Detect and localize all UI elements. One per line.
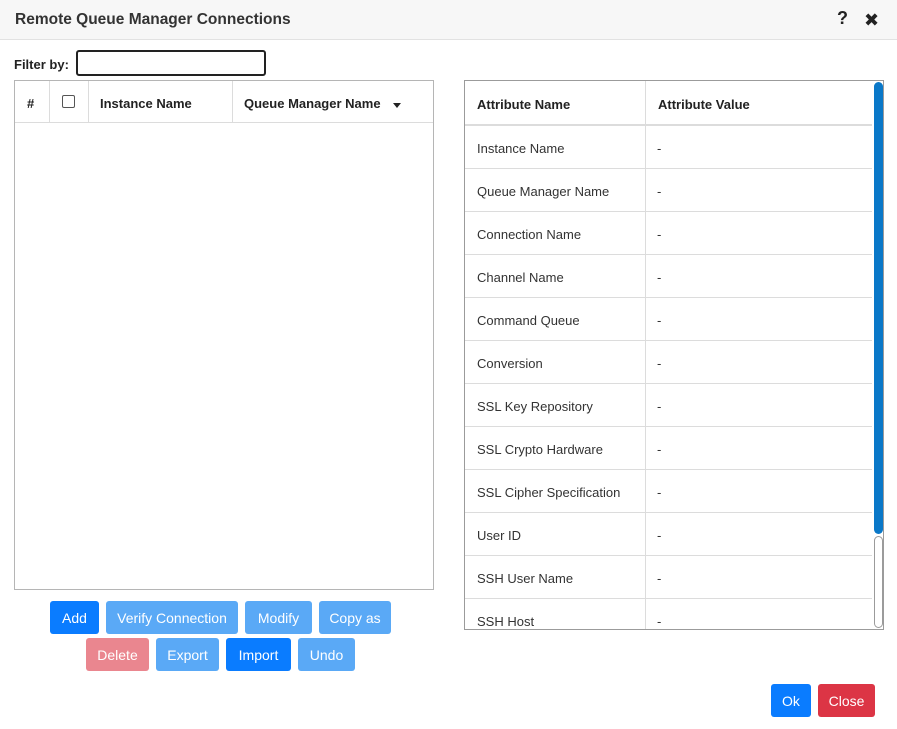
attribute-value: -	[657, 571, 662, 586]
filter-label: Filter by:	[14, 57, 69, 72]
close-button[interactable]: Close	[818, 684, 875, 717]
attribute-name: Queue Manager Name	[477, 184, 610, 199]
attribute-row: Conversion -	[465, 341, 873, 384]
attribute-value: -	[657, 485, 662, 500]
attributes-table-header: Attribute Name Attribute Value	[465, 81, 873, 126]
ok-button[interactable]: Ok	[771, 684, 811, 717]
column-header-attribute-value-label: Attribute Value	[658, 97, 750, 112]
attribute-value: -	[657, 227, 662, 242]
attribute-name-cell: Queue Manager Name	[465, 169, 646, 212]
attribute-name: Channel Name	[477, 270, 564, 285]
attribute-name-cell: Conversion	[465, 341, 646, 384]
modify-button[interactable]: Modify	[245, 601, 312, 634]
attribute-row: User ID -	[465, 513, 873, 556]
column-header-queue-manager-name[interactable]: Queue Manager Name	[233, 81, 433, 123]
attribute-name: Conversion	[477, 356, 543, 371]
attribute-row: Instance Name -	[465, 126, 873, 169]
attribute-name-cell: Command Queue	[465, 298, 646, 341]
attribute-row: SSL Cipher Specification -	[465, 470, 873, 513]
attributes-table: Attribute Name Attribute Value Instance …	[464, 80, 884, 630]
attribute-name: Instance Name	[477, 141, 565, 156]
attribute-name-cell: User ID	[465, 513, 646, 556]
column-header-attribute-name: Attribute Name	[465, 81, 646, 126]
column-header-number-label: #	[27, 96, 35, 111]
column-header-number: #	[15, 81, 50, 123]
attribute-name: SSH Host	[477, 614, 535, 629]
attribute-name-cell: Connection Name	[465, 212, 646, 255]
column-header-attribute-name-label: Attribute Name	[477, 97, 571, 112]
attribute-name: SSH User Name	[477, 571, 574, 586]
verify-connection-button[interactable]: Verify Connection	[106, 601, 238, 634]
select-all-checkbox[interactable]	[62, 95, 75, 108]
attribute-row: Queue Manager Name -	[465, 169, 873, 212]
column-header-instance-name[interactable]: Instance Name	[89, 81, 233, 123]
copy-as-button[interactable]: Copy as	[319, 601, 391, 634]
connections-table: # Instance Name Queue Manager Name	[14, 80, 434, 590]
attribute-row: SSL Crypto Hardware -	[465, 427, 873, 470]
sort-desc-icon[interactable]	[393, 103, 401, 108]
attributes-scrollbar-thumb[interactable]	[874, 82, 883, 534]
attribute-name-cell: Channel Name	[465, 255, 646, 298]
add-button[interactable]: Add	[50, 601, 99, 634]
attribute-name-cell: SSH Host	[465, 599, 646, 629]
attribute-row: Connection Name -	[465, 212, 873, 255]
attribute-row: SSH Host -	[465, 599, 873, 629]
attribute-value: -	[657, 614, 662, 629]
column-header-select	[50, 81, 89, 123]
undo-button[interactable]: Undo	[298, 638, 355, 671]
column-header-queue-manager-name-label: Queue Manager Name	[244, 96, 381, 111]
attribute-name-cell: Instance Name	[465, 126, 646, 169]
export-button[interactable]: Export	[156, 638, 219, 671]
column-header-instance-name-label: Instance Name	[100, 96, 192, 111]
attribute-value: -	[657, 356, 662, 371]
attribute-name-cell: SSH User Name	[465, 556, 646, 599]
attribute-name: SSL Key Repository	[477, 399, 593, 414]
attribute-row: Command Queue -	[465, 298, 873, 341]
import-button[interactable]: Import	[226, 638, 291, 671]
attribute-row: SSL Key Repository -	[465, 384, 873, 427]
attribute-value: -	[657, 442, 662, 457]
dialog-titlebar: Remote Queue Manager Connections ? ✖	[0, 0, 897, 40]
attribute-value: -	[657, 184, 662, 199]
attribute-row: SSH User Name -	[465, 556, 873, 599]
filter-input[interactable]	[76, 50, 266, 76]
attribute-value: -	[657, 270, 662, 285]
attributes-scrollbar-track-lower[interactable]	[874, 536, 883, 628]
attribute-name: Connection Name	[477, 227, 582, 242]
attribute-name: User ID	[477, 528, 522, 543]
attribute-name-cell: SSL Crypto Hardware	[465, 427, 646, 470]
close-icon[interactable]: ✖	[864, 10, 880, 30]
attribute-name: SSL Cipher Specification	[477, 485, 621, 500]
attribute-value: -	[657, 399, 662, 414]
column-header-attribute-value: Attribute Value	[646, 81, 873, 126]
attribute-row: Channel Name -	[465, 255, 873, 298]
attribute-value: -	[657, 313, 662, 328]
attribute-value: -	[657, 141, 662, 156]
connections-table-header: # Instance Name Queue Manager Name	[15, 81, 433, 123]
attribute-name-cell: SSL Cipher Specification	[465, 470, 646, 513]
help-icon[interactable]: ?	[837, 8, 853, 30]
delete-button[interactable]: Delete	[86, 638, 149, 671]
attribute-value: -	[657, 528, 662, 543]
attribute-name: Command Queue	[477, 313, 580, 328]
attribute-name: SSL Crypto Hardware	[477, 442, 603, 457]
attribute-name-cell: SSL Key Repository	[465, 384, 646, 427]
dialog-title: Remote Queue Manager Connections	[15, 11, 291, 28]
